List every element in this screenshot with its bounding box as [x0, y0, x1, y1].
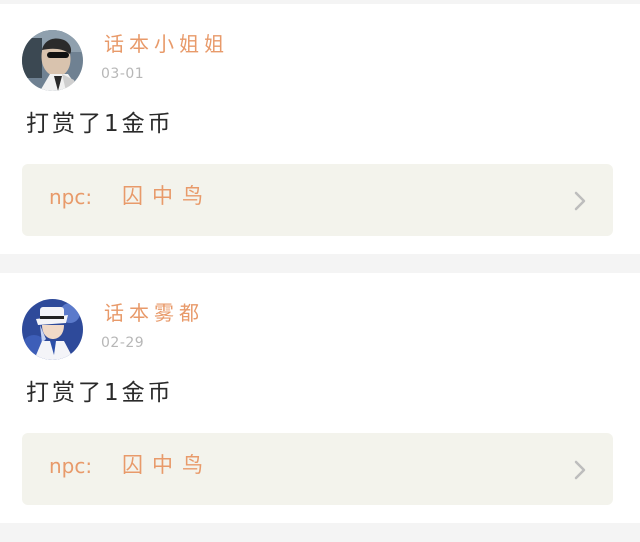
- post-date: 02-29: [101, 335, 145, 351]
- feed-card: 话本小姐姐 03-01 打赏了1金币 npc: 囚中鸟: [0, 4, 640, 254]
- npc-name: 囚中鸟: [122, 184, 212, 208]
- woman-sunglasses-avatar-icon: [22, 30, 83, 91]
- user-avatar[interactable]: [22, 299, 83, 360]
- npc-link[interactable]: npc: 囚中鸟: [22, 164, 613, 236]
- npc-link[interactable]: npc: 囚中鸟: [22, 433, 613, 505]
- reward-message: 打赏了1金币: [26, 111, 174, 137]
- username[interactable]: 话本雾都: [104, 300, 204, 326]
- user-avatar[interactable]: [22, 30, 83, 91]
- anime-character-avatar-icon: [22, 299, 83, 360]
- reward-message: 打赏了1金币: [26, 380, 174, 406]
- npc-prefix: npc:: [49, 454, 93, 478]
- feed-card: 话本雾都 02-29 打赏了1金币 npc: 囚中鸟: [0, 273, 640, 523]
- chevron-right-icon: [574, 191, 586, 211]
- post-date: 03-01: [101, 66, 145, 82]
- npc-prefix: npc:: [49, 185, 93, 209]
- reward-feed: 话本小姐姐 03-01 打赏了1金币 npc: 囚中鸟 话本雾都 02-29 打…: [0, 0, 640, 542]
- chevron-right-icon: [574, 460, 586, 480]
- npc-name: 囚中鸟: [122, 453, 212, 477]
- username[interactable]: 话本小姐姐: [104, 31, 229, 57]
